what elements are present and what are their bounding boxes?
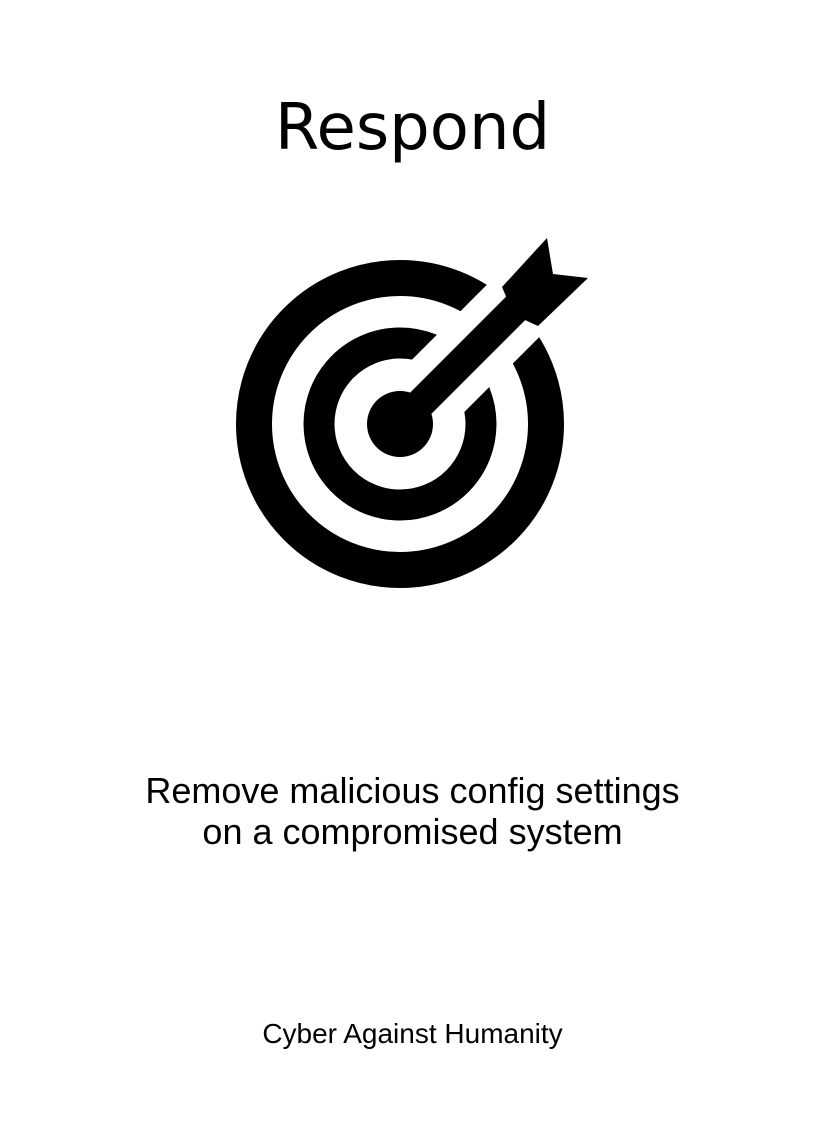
card-title: Respond [274,91,551,165]
description-line: Remove malicious config settings [145,770,680,811]
target-with-arrow-icon [236,236,588,588]
card-footer: Cyber Against Humanity [262,1018,563,1049]
description-line: on a compromised system [202,811,623,852]
card-description: Remove malicious config settings on a co… [60,770,765,852]
card: Respond Remove malicious config settings… [0,0,825,1125]
